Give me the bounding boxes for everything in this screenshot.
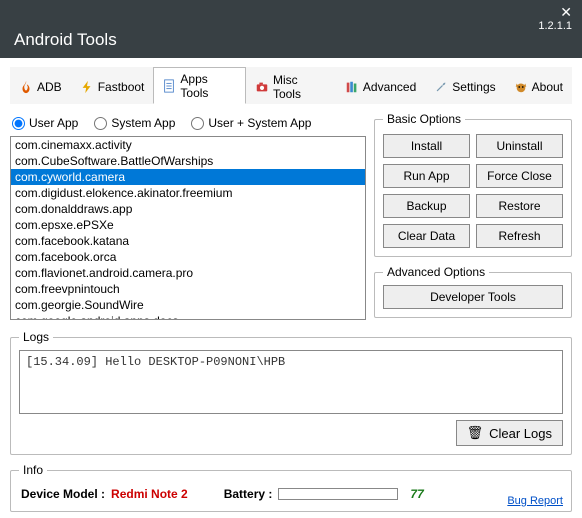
radio-input[interactable] <box>94 117 107 130</box>
restore-button[interactable]: Restore <box>476 194 563 218</box>
tab-label: Apps Tools <box>180 72 237 100</box>
filter-radio-user-app[interactable]: User App <box>12 116 78 130</box>
log-output[interactable]: [15.34.09] Hello DESKTOP-P09NONI\HPB <box>19 350 563 414</box>
logs-group: Logs [15.34.09] Hello DESKTOP-P09NONI\HP… <box>10 330 572 455</box>
info-group: Info Device Model : Redmi Note 2 Battery… <box>10 463 572 512</box>
radio-label: User + System App <box>208 116 311 130</box>
tab-misc-tools[interactable]: Misc Tools <box>246 67 336 104</box>
list-item[interactable]: com.flavionet.android.camera.pro <box>11 265 365 281</box>
basic-options-legend: Basic Options <box>383 112 465 126</box>
flame-icon <box>19 80 33 94</box>
tab-about[interactable]: About <box>505 67 572 104</box>
list-item[interactable]: com.facebook.katana <box>11 233 365 249</box>
list-item[interactable]: com.CubeSoftware.BattleOfWarships <box>11 153 365 169</box>
clear-logs-label: Clear Logs <box>489 426 552 441</box>
bolt-icon <box>80 80 94 94</box>
list-item[interactable]: com.freevpnintouch <box>11 281 365 297</box>
radio-label: User App <box>29 116 78 130</box>
basic-options-group: Basic Options InstallUninstallRun AppFor… <box>374 112 572 257</box>
developer-tools-button[interactable]: Developer Tools <box>383 285 563 309</box>
radio-input[interactable] <box>191 117 204 130</box>
tab-advanced[interactable]: Advanced <box>336 67 425 104</box>
bug-report-link[interactable]: Bug Report <box>507 495 563 507</box>
advanced-options-legend: Advanced Options <box>383 265 489 279</box>
device-model-label: Device Model : <box>21 487 105 501</box>
install-button[interactable]: Install <box>383 134 470 158</box>
tab-bar: ADB Fastboot Apps Tools Misc Tools Advanced S… <box>10 66 572 104</box>
battery-value: 77 <box>410 487 423 501</box>
device-model-value: Redmi Note 2 <box>111 487 188 501</box>
list-item[interactable]: com.donalddraws.app <box>11 201 365 217</box>
list-item[interactable]: com.georgie.SoundWire <box>11 297 365 313</box>
books-icon <box>345 80 359 94</box>
list-item[interactable]: com.digidust.elokence.akinator.freemium <box>11 185 365 201</box>
list-item[interactable]: com.epsxe.ePSXe <box>11 217 365 233</box>
tab-label: Fastboot <box>98 80 145 94</box>
uninstall-button[interactable]: Uninstall <box>476 134 563 158</box>
sheet-icon <box>162 79 176 93</box>
app-filter-radios: User App System App User + System App <box>10 112 366 136</box>
tab-label: Misc Tools <box>273 73 327 101</box>
cat-icon <box>514 80 528 94</box>
filter-radio-user-system-app[interactable]: User + System App <box>191 116 311 130</box>
refresh-button[interactable]: Refresh <box>476 224 563 248</box>
window-title: Android Tools <box>14 30 117 50</box>
wrench-icon <box>434 80 448 94</box>
titlebar: ✕ 1.2.1.1 Android Tools <box>0 0 582 58</box>
clear-logs-button[interactable]: 🗑 Clear Logs <box>456 420 563 446</box>
force-close-button[interactable]: Force Close <box>476 164 563 188</box>
run-app-button[interactable]: Run App <box>383 164 470 188</box>
list-item[interactable]: com.facebook.orca <box>11 249 365 265</box>
tab-label: ADB <box>37 80 62 94</box>
cam-icon <box>255 80 269 94</box>
tab-apps-tools[interactable]: Apps Tools <box>153 67 246 104</box>
logs-legend: Logs <box>19 330 53 344</box>
tab-label: About <box>532 80 563 94</box>
list-item[interactable]: com.cyworld.camera <box>11 169 365 185</box>
list-item[interactable]: com.google.android.apps.docs <box>11 313 365 320</box>
tab-label: Settings <box>452 80 495 94</box>
filter-radio-system-app[interactable]: System App <box>94 116 175 130</box>
clear-data-button[interactable]: Clear Data <box>383 224 470 248</box>
battery-bar <box>278 488 398 500</box>
tab-settings[interactable]: Settings <box>425 67 504 104</box>
radio-input[interactable] <box>12 117 25 130</box>
tab-fastboot[interactable]: Fastboot <box>71 67 154 104</box>
radio-label: System App <box>111 116 175 130</box>
battery-label: Battery : <box>224 487 273 501</box>
advanced-options-group: Advanced Options Developer Tools <box>374 265 572 318</box>
apps-listbox[interactable]: com.cinemaxx.activitycom.CubeSoftware.Ba… <box>10 136 366 320</box>
tab-label: Advanced <box>363 80 416 94</box>
tab-adb[interactable]: ADB <box>10 67 71 104</box>
close-icon[interactable]: ✕ <box>560 4 572 21</box>
backup-button[interactable]: Backup <box>383 194 470 218</box>
info-legend: Info <box>19 463 47 477</box>
trash-icon: 🗑 <box>467 425 484 441</box>
version-label: 1.2.1.1 <box>538 20 572 32</box>
list-item[interactable]: com.cinemaxx.activity <box>11 137 365 153</box>
